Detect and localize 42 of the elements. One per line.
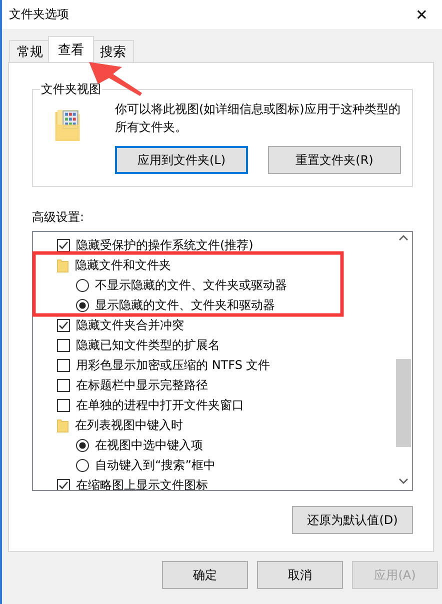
group-label: 隐藏文件和文件夹 xyxy=(75,256,171,274)
tab[interactable]: 查看 xyxy=(48,36,94,62)
option-label: 自动键入到“搜索”框中 xyxy=(95,456,216,474)
window-title: 文件夹选项 xyxy=(9,6,69,23)
option-label: 用彩色显示加密或压缩的 NTFS 文件 xyxy=(76,356,270,374)
dialog-button[interactable]: 取消 xyxy=(257,561,343,589)
option-label: 不显示隐藏的文件、文件夹或驱动器 xyxy=(95,276,287,294)
option-label: 在缩略图上显示文件图标 xyxy=(76,476,208,490)
section-label: 高级设置: xyxy=(32,209,86,226)
radio-button[interactable] xyxy=(76,278,89,292)
checkbox[interactable] xyxy=(57,358,70,372)
option-label: 隐藏文件夹合并冲突 xyxy=(76,316,184,334)
checkbox[interactable] xyxy=(57,338,70,352)
folder-icon xyxy=(57,258,69,272)
option-label: 在单独的进程中打开文件夹窗口 xyxy=(76,396,244,414)
checkbox[interactable] xyxy=(57,398,70,412)
apply-to-folders-button[interactable]: 应用到文件夹(L) xyxy=(115,146,248,174)
checkbox[interactable] xyxy=(57,318,70,332)
annotation-arrow xyxy=(89,62,142,96)
checkbox[interactable] xyxy=(57,238,70,252)
tab[interactable]: 常规 xyxy=(9,40,51,62)
checkbox[interactable] xyxy=(57,378,70,392)
close-button[interactable]: ✕ xyxy=(407,6,436,24)
description-text: 你可以将此视图(如详细信息或图标)应用于这种类型的所有文件夹。 xyxy=(115,101,402,136)
option-label: 在标题栏中显示完整路径 xyxy=(76,376,208,394)
group-title: 文件夹视图 xyxy=(40,81,102,98)
scrollbar-thumb[interactable] xyxy=(396,359,411,447)
radio-button[interactable] xyxy=(76,298,89,312)
dialog-button[interactable]: 确定 xyxy=(162,561,248,589)
restore-defaults-button[interactable]: 还原为默认值(D) xyxy=(292,506,413,534)
option-label: 隐藏受保护的操作系统文件(推荐) xyxy=(76,236,254,254)
folder-view-icon xyxy=(54,108,81,142)
option-label: 隐藏已知文件类型的扩展名 xyxy=(76,336,220,354)
tab[interactable]: 搜索 xyxy=(92,40,134,62)
option-label: 显示隐藏的文件、文件夹和驱动器 xyxy=(95,296,275,314)
group-label: 在列表视图中键入时 xyxy=(75,416,183,434)
option-label: 在视图中选中键入项 xyxy=(95,436,203,454)
radio-button[interactable] xyxy=(76,438,89,452)
radio-button[interactable] xyxy=(76,458,89,472)
reset-folders-button[interactable]: 重置文件夹(R) xyxy=(268,146,401,174)
checkbox[interactable] xyxy=(57,478,70,490)
folder-icon xyxy=(57,418,69,432)
